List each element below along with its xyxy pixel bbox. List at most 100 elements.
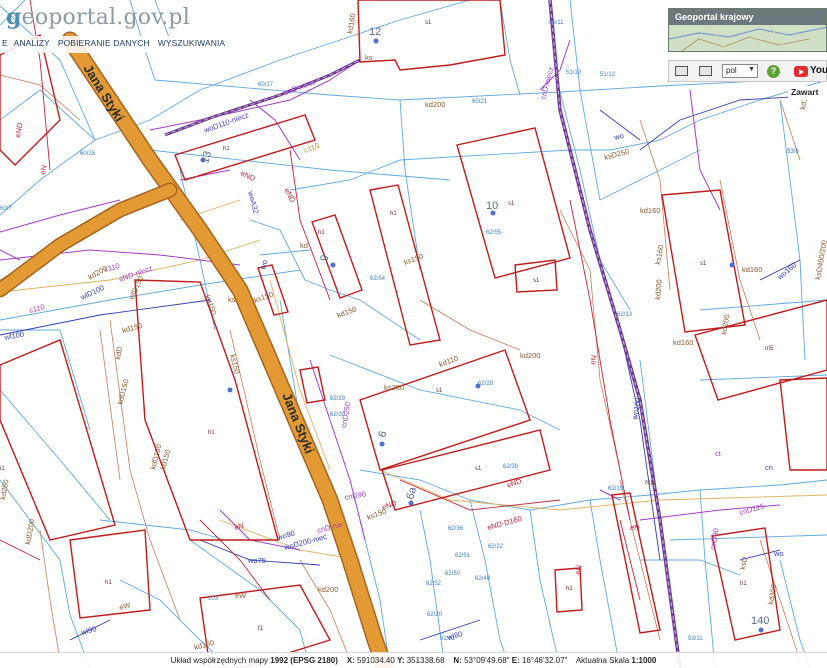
building-function: h1 (208, 430, 215, 436)
parcel-number: 62/48 (475, 576, 491, 582)
y-coord-value: 351338.68 (406, 656, 445, 665)
utility-label: ks150 (253, 290, 275, 305)
parcel-number: 62/54 (370, 276, 386, 282)
utility-label: kdD (113, 345, 124, 360)
utility-label: kd200 (0, 479, 11, 501)
utility-label: ct (715, 449, 722, 458)
utility-label: kd200 (653, 279, 664, 300)
building-function: s1 (425, 20, 432, 26)
building-number-9: 9 (318, 254, 331, 263)
parcel-number: 51/11 (549, 20, 564, 26)
utility-label: cnD250 (339, 401, 352, 428)
utility-label: c110 (28, 302, 46, 315)
parcel-number: 62/19 (608, 486, 624, 492)
utility-label: eND (13, 121, 25, 138)
building-function: s1 (700, 261, 707, 267)
heat-lines (0, 74, 801, 661)
utility-label: wo (258, 259, 269, 272)
utility-label: eN (573, 564, 584, 575)
utility-label: kd160 (345, 13, 357, 35)
menu-item-wyszukiwania[interactable]: WYSZUKIWANIA (154, 36, 229, 53)
map-view[interactable]: Jana Styki Jana Styki 12 10 9 6 6a 13 14… (0, 0, 827, 668)
utility-label: cnD-niecz (538, 66, 555, 101)
help-icon[interactable]: ? (767, 65, 780, 78)
building-function: h1 (390, 211, 397, 217)
utility-label: woA32 (246, 189, 261, 214)
menu-item-pobieranie-danych[interactable]: POBIERANIE DANYCH (54, 36, 154, 53)
utility-label: eW (235, 591, 247, 600)
menu-item-analizy[interactable]: ANALIZY (10, 36, 54, 53)
utility-label: ks150 (366, 507, 388, 522)
youtube-label[interactable]: YouTu (810, 65, 827, 76)
parcel-number: 62/50 (445, 571, 461, 577)
logo-text: eoportal.gov.pl (21, 5, 190, 30)
building-function: h1 (223, 146, 230, 152)
scale-value: 1:1000 (631, 656, 657, 665)
parcel-number: 60/25 (80, 151, 96, 157)
utility-label: eND (239, 169, 257, 184)
building-function: s1 (475, 466, 482, 472)
utility-label: cn (765, 463, 773, 472)
utility-label: ksD400/200 (813, 239, 827, 280)
utility-label: eN (630, 523, 640, 532)
building-function: h1 (740, 581, 747, 587)
utility-label: ksD250 (603, 147, 630, 162)
utility-label: wo (773, 549, 784, 558)
language-select[interactable]: pol ▼ (722, 64, 758, 78)
youtube-icon[interactable] (794, 66, 808, 77)
e-coord-value: 16°46'32.07" (521, 656, 568, 665)
utility-label: ND (645, 478, 656, 487)
utility-label: wl80 (445, 629, 463, 642)
parcel-number: 103 (208, 596, 219, 602)
print-icon[interactable] (699, 66, 712, 76)
parcel-number: 62/52 (426, 581, 442, 587)
building-function: h1 (318, 230, 325, 236)
utility-label: ks (365, 53, 373, 62)
e-coord-label: E: (511, 656, 520, 665)
crs-label: Układ współrzędnych mapy (170, 656, 269, 665)
utility-label: wlD100 (78, 283, 105, 302)
utility-label: kd (300, 241, 308, 250)
layers-icon[interactable] (675, 66, 688, 76)
parcel-number: 62/36 (448, 526, 464, 532)
parcel-number: 62/20 (427, 612, 443, 618)
crs-code: 1992 (270, 656, 289, 665)
map-toolbar: pol ▼ ? YouTu (668, 60, 827, 82)
utility-label: kd300 (766, 584, 778, 606)
building-function: m5 (765, 346, 774, 352)
building-number-12: 12 (369, 26, 381, 38)
utility-label: ks200 (384, 383, 404, 392)
scale-label: Aktualna Skala (575, 656, 630, 665)
utility-label: ks150 (403, 252, 425, 267)
building-function: i1 (0, 466, 5, 472)
utility-label: kd160 (640, 206, 660, 215)
x-coord-label: X: (346, 656, 355, 665)
parcel-number: 51/10 (566, 70, 582, 76)
contents-button[interactable]: Zawart (788, 86, 827, 100)
building-number-140: 140 (751, 615, 769, 627)
utility-label: kd150 (193, 638, 215, 652)
utility-label: kd200 (87, 264, 109, 282)
utility-label: kdD150 (115, 378, 130, 405)
menu-item-truncated[interactable]: E (0, 36, 10, 53)
y-coord-label: Y: (397, 656, 405, 665)
n-coord-value: 53°09'49.68" (464, 656, 510, 665)
geoportal-logo[interactable]: geoportal.gov.pl (6, 4, 190, 30)
parcel-number: 51/12 (600, 72, 616, 78)
utility-label: kd160 (742, 265, 762, 274)
utility-label: kd150 (203, 294, 218, 316)
building-function: h1 (566, 586, 573, 592)
street-label-north: Jana Styki (80, 62, 127, 125)
minimap-title: Geoportal krajowy (669, 9, 826, 25)
overview-minimap[interactable]: Geoportal krajowy (668, 8, 827, 52)
map-canvas[interactable]: Jana Styki Jana Styki 12 10 9 6 6a 13 14… (0, 0, 827, 668)
building-function: s1 (533, 278, 540, 284)
utility-label: ks160 (653, 244, 665, 265)
utility-label: ksD (738, 555, 749, 570)
utility-label: ks (228, 295, 236, 304)
utility-label: eN (38, 164, 49, 175)
x-coord-value: 591034.40 (357, 656, 395, 665)
parcel-number: 62/51 (455, 553, 471, 559)
utility-label: kd200 (719, 314, 731, 336)
building-number-13: 13 (199, 150, 214, 165)
